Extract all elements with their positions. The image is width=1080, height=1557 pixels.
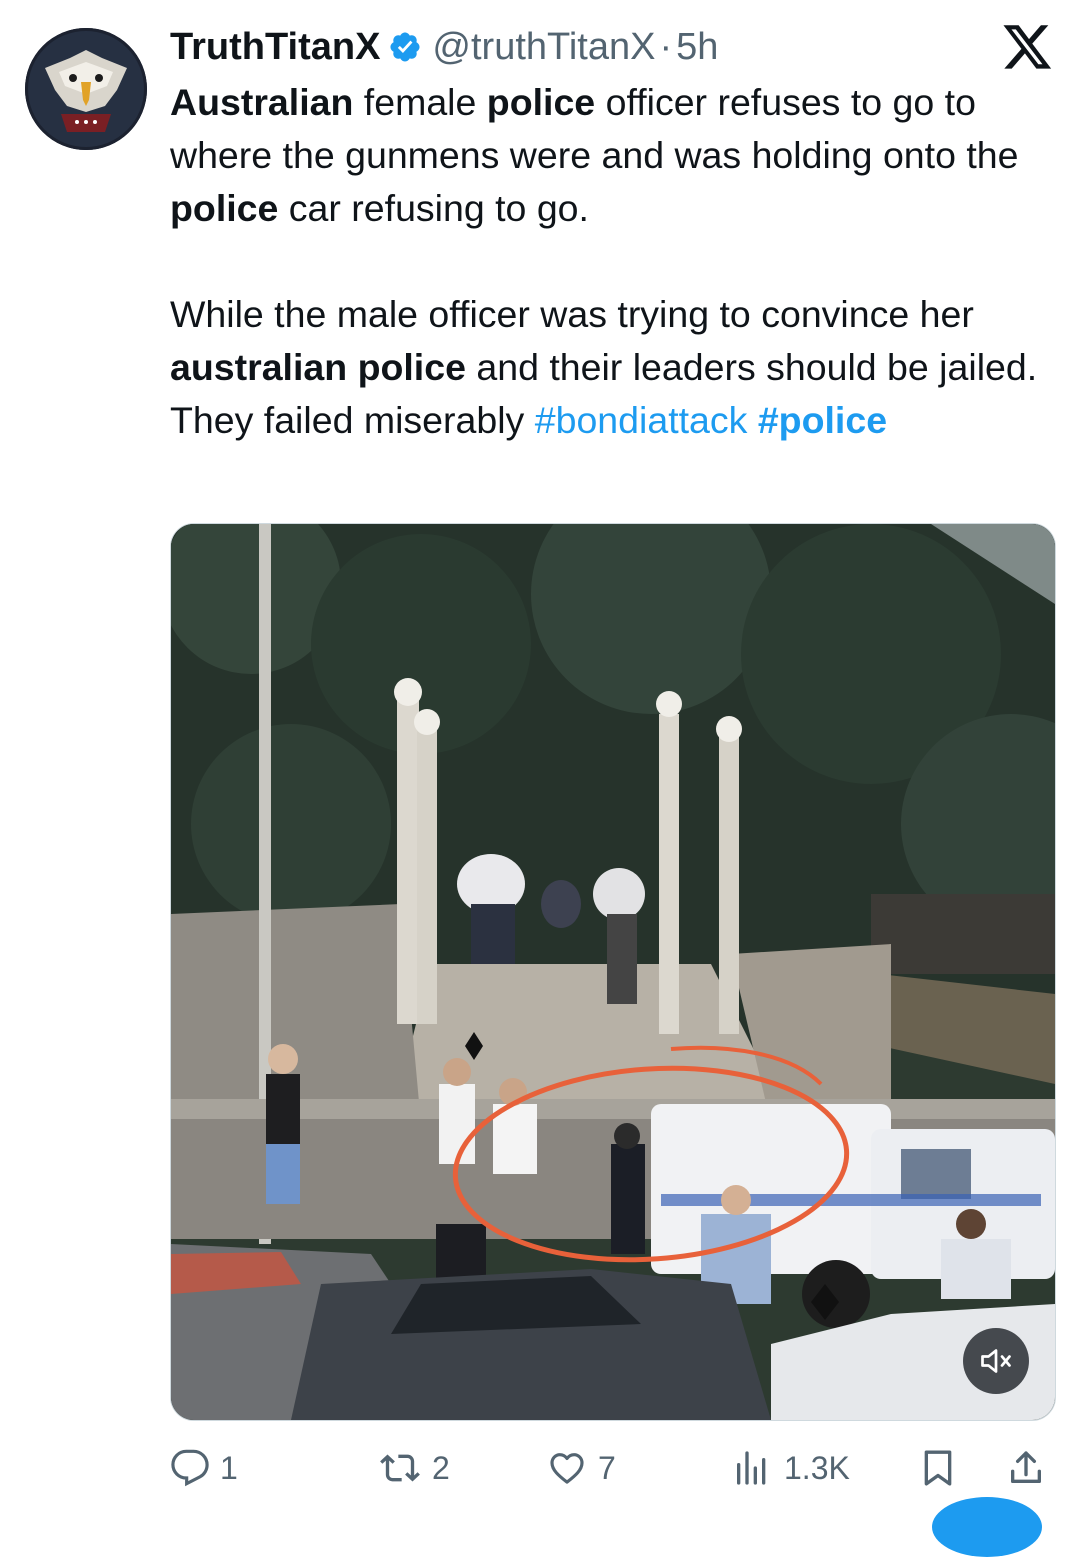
tweet-header: TruthTitanX @truthTitanX · 5h — [170, 24, 718, 70]
bookmark-icon — [924, 1450, 952, 1486]
tweet-paragraph-2: While the male officer was trying to con… — [170, 288, 1050, 447]
bold-word: Australian — [170, 81, 354, 123]
bold-phrase: australian police — [170, 346, 466, 388]
bold-word: police — [486, 81, 596, 123]
heart-icon — [550, 1453, 584, 1484]
like-button[interactable]: 7 — [546, 1440, 616, 1496]
hashtag-police[interactable]: #police — [758, 399, 887, 441]
timestamp[interactable]: 5h — [676, 26, 718, 69]
hashtag-bondiattack[interactable]: #bondiattack — [535, 399, 748, 441]
repost-count: 2 — [432, 1449, 450, 1486]
floating-compose-button[interactable] — [932, 1497, 1042, 1557]
author-display-name[interactable]: TruthTitanX — [170, 26, 380, 69]
repost-button[interactable]: 2 — [378, 1440, 450, 1496]
reply-icon — [171, 1449, 209, 1487]
reply-button[interactable]: 1 — [170, 1440, 238, 1496]
video-thumbnail — [171, 524, 1055, 1420]
share-icon — [1011, 1451, 1041, 1483]
like-count: 7 — [598, 1449, 616, 1486]
bookmark-button[interactable] — [918, 1440, 958, 1496]
eagle-avatar-icon — [25, 28, 147, 150]
author-handle[interactable]: @truthTitanX — [432, 26, 655, 69]
reply-count: 1 — [220, 1449, 238, 1486]
views-count: 1.3K — [784, 1449, 850, 1486]
verified-badge-icon — [390, 32, 420, 62]
views-icon — [737, 1451, 766, 1485]
text-span — [747, 399, 757, 441]
x-logo-icon — [1003, 25, 1052, 69]
share-button[interactable] — [1006, 1440, 1046, 1496]
bold-word: police — [170, 187, 279, 229]
speaker-muted-icon — [981, 1349, 1011, 1373]
views-button[interactable]: 1.3K — [730, 1440, 850, 1496]
tweet-text: Australian female police officer refuses… — [170, 76, 1050, 447]
text-span: female — [353, 81, 487, 123]
text-span: car refusing to go. — [278, 187, 589, 229]
repost-icon — [380, 1454, 420, 1482]
video-player[interactable] — [170, 523, 1056, 1421]
avatar[interactable] — [25, 28, 147, 150]
text-span: While the male officer was trying to con… — [170, 293, 974, 335]
tweet-action-bar: 1 2 7 1.3K — [170, 1440, 1054, 1496]
meta-separator: · — [659, 25, 673, 68]
tweet-paragraph-1: Australian female police officer refuses… — [170, 76, 1050, 235]
mute-button[interactable] — [963, 1328, 1029, 1394]
